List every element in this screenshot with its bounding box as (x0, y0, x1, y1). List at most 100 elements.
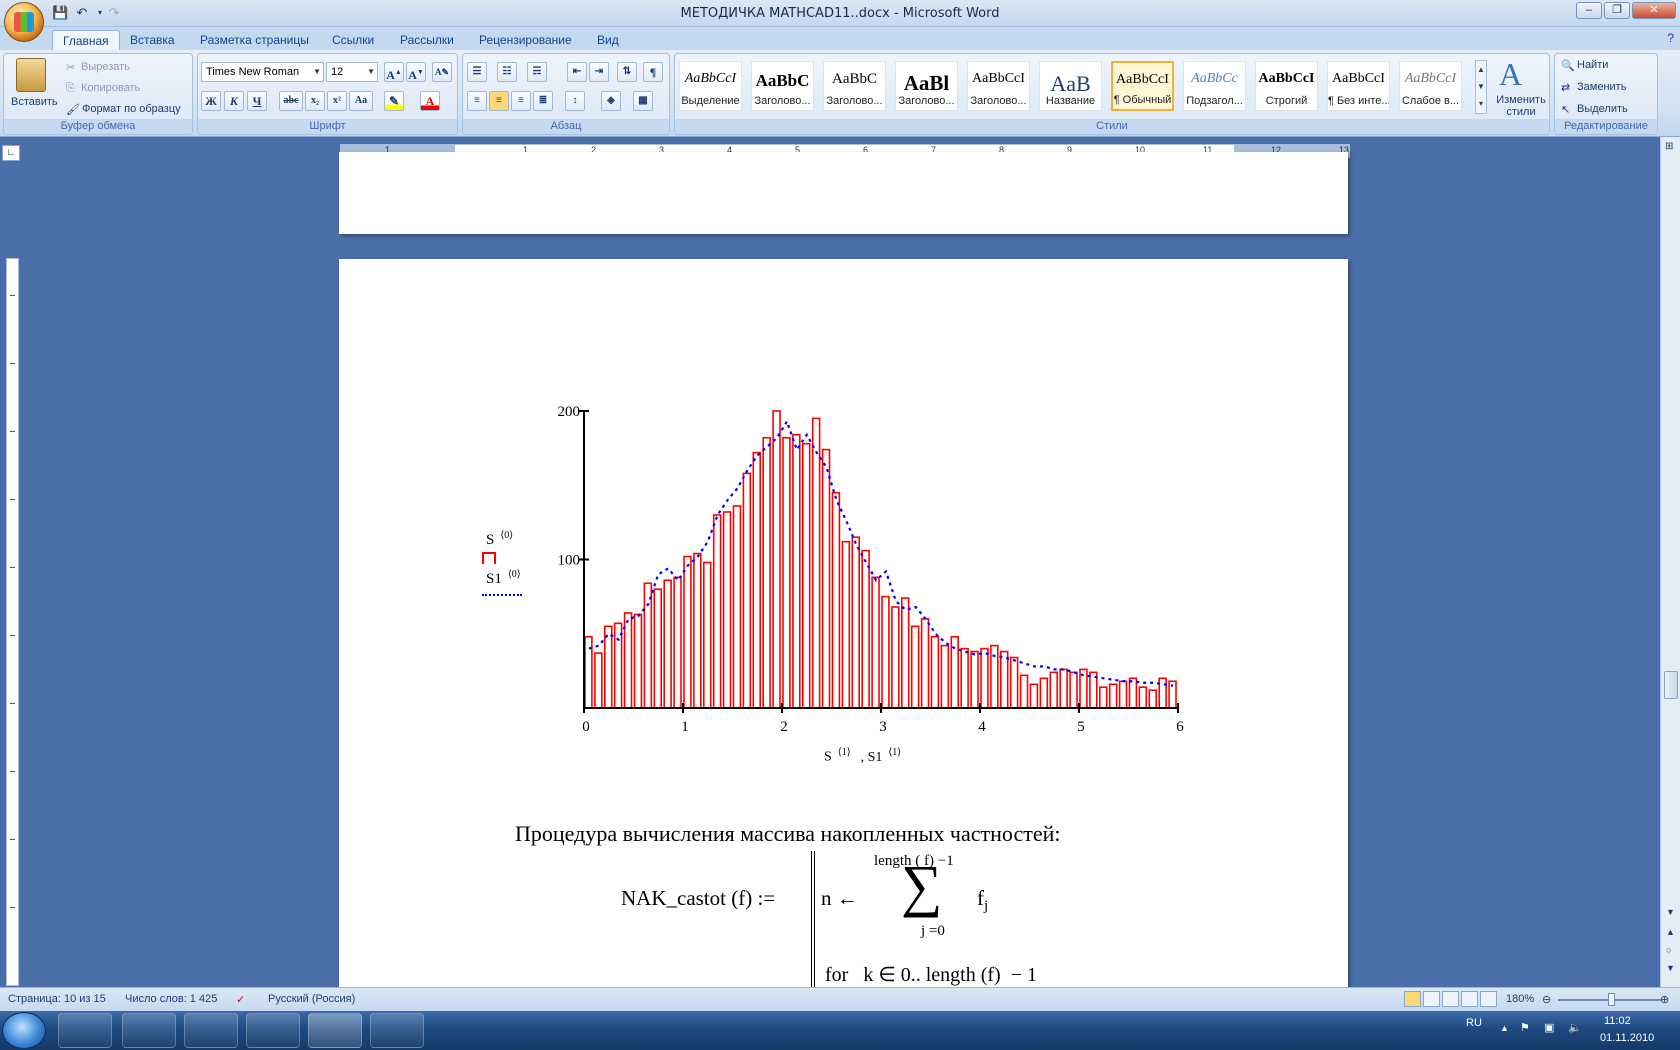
taskbar-word-icon[interactable] (308, 1013, 362, 1048)
histogram-bar (663, 579, 672, 709)
subscript-button[interactable]: x₂ (305, 91, 325, 111)
zoom-out-icon[interactable]: ⊖ (1542, 993, 1551, 1006)
tab-review[interactable]: Рецензирование (469, 30, 582, 50)
word-count[interactable]: Число слов: 1 425 (125, 993, 217, 1005)
increase-indent-button[interactable]: ⇥ (589, 62, 609, 82)
font-color-button[interactable]: A (420, 91, 440, 111)
taskbar-explorer-icon[interactable] (122, 1013, 176, 1048)
find-button[interactable]: Найти (1577, 59, 1608, 71)
borders-button[interactable]: ▦ (633, 91, 653, 111)
close-button[interactable]: ✕ (1632, 2, 1676, 19)
next-page-icon[interactable]: ▼ (1666, 963, 1675, 973)
tray-expand-icon[interactable]: ▲ (1500, 1023, 1509, 1033)
previous-page-icon[interactable]: ▲ (1666, 927, 1675, 937)
cut-button[interactable]: Вырезать (81, 61, 130, 73)
page-count[interactable]: Страница: 10 из 15 (8, 993, 106, 1005)
tab-references[interactable]: Ссылки (322, 30, 384, 50)
bold-button[interactable]: Ж (201, 91, 221, 111)
multilevel-list-button[interactable]: ☴ (527, 62, 547, 82)
input-language[interactable]: RU (1466, 1017, 1482, 1029)
italic-button[interactable]: К (224, 91, 244, 111)
print-layout-view-button[interactable] (1404, 991, 1421, 1007)
volume-icon[interactable]: 🔈 (1568, 1021, 1582, 1034)
vertical-ruler[interactable] (6, 258, 19, 986)
scrollbar-thumb[interactable] (1664, 671, 1678, 699)
replace-button[interactable]: Заменить (1577, 81, 1626, 93)
minimize-button[interactable]: – (1576, 2, 1602, 19)
font-size-combo[interactable]: 12 ▼ (326, 62, 378, 82)
align-left-button[interactable]: ≡ (467, 91, 487, 111)
style-item[interactable]: AaBbCcI Выделение (679, 61, 742, 111)
clock-date[interactable]: 01.11.2010 (1600, 1032, 1654, 1044)
clock-time[interactable]: 11:02 (1604, 1015, 1631, 1027)
superscript-button[interactable]: x² (327, 91, 347, 111)
browse-object-icon[interactable]: ○ (1666, 945, 1671, 955)
change-styles-button[interactable]: Изменить стили (1493, 94, 1549, 118)
draft-view-button[interactable] (1480, 991, 1497, 1007)
tab-mailings[interactable]: Рассылки (390, 30, 464, 50)
format-painter-button[interactable]: Формат по образцу (82, 103, 181, 115)
style-item[interactable]: AaBbC Заголово... (751, 61, 814, 111)
tab-page-layout[interactable]: Разметка страницы (190, 30, 319, 50)
style-item[interactable]: AaBbCcI ¶ Без инте... (1327, 61, 1390, 111)
highlight-button[interactable]: ✎ (384, 91, 404, 111)
styles-scroll[interactable]: ▲ ▼ ▾ (1475, 60, 1487, 114)
zoom-slider-thumb[interactable] (1608, 993, 1615, 1006)
style-item[interactable]: AaBl Заголово... (895, 61, 958, 111)
style-item[interactable]: AaBbCcI Слабое в... (1399, 61, 1462, 111)
copy-button[interactable]: Копировать (81, 82, 140, 94)
scroll-down-icon[interactable]: ▼ (1666, 907, 1675, 917)
taskbar-app-icon[interactable] (246, 1013, 300, 1048)
justify-button[interactable]: ≣ (533, 91, 553, 111)
zoom-level[interactable]: 180% (1506, 993, 1534, 1005)
align-center-button[interactable]: ≡ (489, 91, 509, 111)
shading-button[interactable]: ◈ (601, 91, 621, 111)
paste-button[interactable]: Вставить (11, 96, 58, 108)
ruler-toggle-icon[interactable]: ⊞ (1665, 141, 1673, 152)
document-page[interactable]: S ⟨0⟩ S1 ⟨0⟩ 0 1 2 3 4 5 6 100 200 S ⟨1⟩, S1 ⟨1⟩ Про… (339, 259, 1348, 989)
numbering-button[interactable]: ☷ (497, 62, 517, 82)
shrink-font-button[interactable]: A▼ (406, 62, 426, 82)
tab-home[interactable]: Главная (52, 30, 120, 50)
network-icon[interactable]: ▣ (1544, 1021, 1554, 1034)
outline-view-button[interactable] (1461, 991, 1478, 1007)
strikethrough-button[interactable]: abc (279, 91, 303, 111)
action-center-icon[interactable]: ⚑ (1520, 1021, 1530, 1034)
zoom-in-icon[interactable]: ⊕ (1660, 993, 1669, 1006)
font-name-combo[interactable]: Times New Roman ▼ (201, 62, 324, 82)
tab-insert[interactable]: Вставка (120, 30, 185, 50)
taskbar-internet-explorer-icon[interactable] (58, 1013, 112, 1048)
show-marks-button[interactable]: ¶ (643, 62, 663, 82)
font-group: Times New Roman ▼ 12 ▼ A▲ A▼ A✎ Ж К Ч abc … (197, 53, 458, 135)
style-item[interactable]: AaBbC Заголово... (823, 61, 886, 111)
maximize-button[interactable]: ❐ (1604, 2, 1630, 19)
office-button[interactable] (4, 2, 44, 42)
select-button[interactable]: Выделить (1577, 103, 1628, 115)
align-right-button[interactable]: ≡ (511, 91, 531, 111)
taskbar-media-player-icon[interactable] (184, 1013, 238, 1048)
style-item[interactable]: AaBbCcI ¶ Обычный (1111, 61, 1174, 111)
web-view-button[interactable] (1442, 991, 1459, 1007)
language-indicator[interactable]: Русский (Россия) (268, 993, 355, 1005)
spellcheck-icon[interactable]: ✓ (236, 993, 245, 1006)
tab-selector-button[interactable]: ∟ (2, 145, 20, 161)
underline-button[interactable]: Ч (247, 91, 267, 111)
vertical-scrollbar[interactable]: ⊞ ▼ ▲ ○ ▼ (1660, 137, 1680, 987)
bullets-button[interactable]: ☰ (467, 62, 487, 82)
sort-button[interactable]: ⇅ (617, 62, 637, 82)
help-icon[interactable]: ? (1667, 31, 1674, 45)
style-item[interactable]: AaBbCc Подзагол... (1183, 61, 1246, 111)
clear-format-button[interactable]: A✎ (432, 62, 452, 82)
style-item[interactable]: AaBbCcI Строгий (1255, 61, 1318, 111)
decrease-indent-button[interactable]: ⇤ (567, 62, 587, 82)
change-case-button[interactable]: Aa (349, 91, 373, 111)
grow-font-button[interactable]: A▲ (384, 62, 404, 82)
style-item[interactable]: AaBbCcI Заголово... (967, 61, 1030, 111)
full-screen-view-button[interactable] (1423, 991, 1440, 1007)
style-item[interactable]: AaB Название (1039, 61, 1102, 111)
tab-view[interactable]: Вид (587, 30, 629, 50)
line-spacing-button[interactable]: ↕ (565, 91, 585, 111)
paste-icon[interactable] (16, 58, 46, 92)
taskbar-mathcad-icon[interactable] (370, 1013, 424, 1048)
start-button[interactable] (2, 1012, 46, 1049)
